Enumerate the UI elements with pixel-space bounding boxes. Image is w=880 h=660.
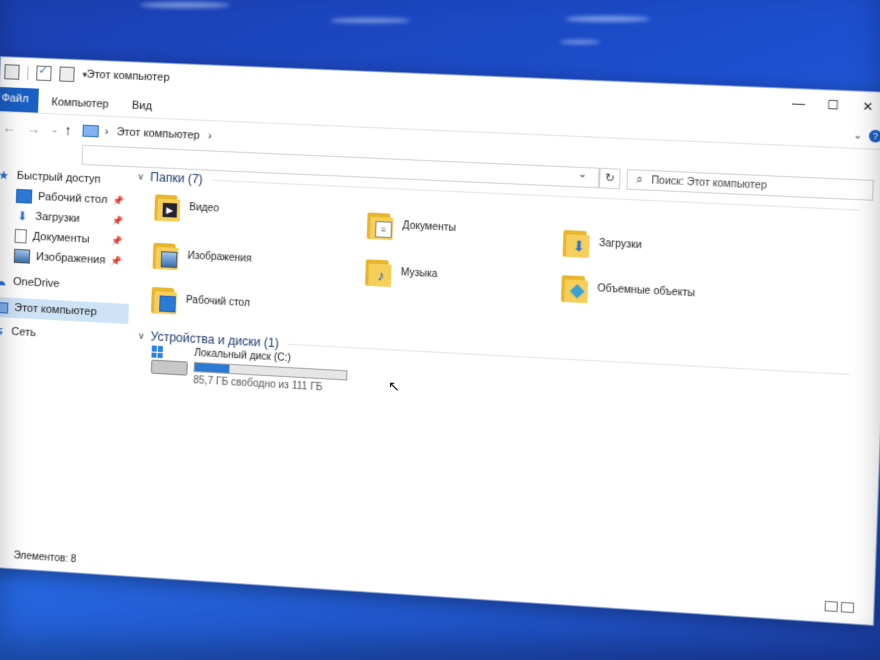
- image-icon: [14, 249, 30, 264]
- address-dropdown-icon[interactable]: ⌄: [578, 169, 587, 181]
- cloud-icon: ☁: [0, 275, 7, 288]
- sidebar-item-label: Загрузки: [35, 211, 80, 225]
- sidebar-item-label: Документы: [32, 231, 89, 246]
- folder-label: Музыка: [401, 267, 438, 280]
- expand-ribbon-icon[interactable]: ⌄: [853, 129, 863, 141]
- sidebar-item-label: Изображения: [36, 251, 106, 267]
- document-icon: [14, 229, 26, 244]
- mouse-cursor-icon: ↖: [388, 378, 400, 395]
- pc-small-icon[interactable]: [4, 64, 19, 80]
- breadcrumb-separator: ›: [105, 126, 109, 138]
- file-explorer-window: ▾ Этот компьютер — ☐ ✕ Файл Компьютер Ви…: [0, 56, 880, 626]
- breadcrumb-separator[interactable]: ›: [208, 130, 212, 142]
- content-pane: ∨ Папки (7) ▶ Видео ≡ Документы ⬇ Загруз…: [124, 167, 871, 596]
- sidebar-item-label: Сеть: [11, 326, 36, 339]
- star-icon: ★: [0, 169, 11, 182]
- new-folder-icon[interactable]: [59, 66, 75, 82]
- desktop-glow-1: [140, 2, 230, 8]
- folders-group-title: Папки (7): [150, 170, 203, 187]
- sidebar-item-label: Этот компьютер: [14, 302, 97, 318]
- collapse-icon[interactable]: ∨: [137, 171, 144, 182]
- navigation-pane: ★ Быстрый доступ Рабочий стол 📌 ⬇ Загруз…: [0, 161, 134, 549]
- window-controls: — ☐ ✕: [781, 91, 880, 120]
- up-button[interactable]: ↑: [64, 122, 72, 138]
- folder-label: Объемные объекты: [597, 283, 695, 299]
- search-icon: ⌕: [636, 173, 643, 187]
- folder-label: Видео: [189, 202, 219, 215]
- ribbon-right-controls: ⌄ ?: [853, 129, 880, 143]
- desktop-glow-3: [565, 16, 650, 22]
- sidebar-item-label: OneDrive: [13, 276, 60, 290]
- tab-file[interactable]: Файл: [0, 87, 39, 113]
- help-icon[interactable]: ?: [869, 130, 880, 143]
- music-folder-icon: ♪: [365, 255, 391, 287]
- video-folder-icon: ▶: [154, 190, 179, 221]
- folder-tile-desktop[interactable]: Рабочий стол: [151, 283, 250, 318]
- back-button[interactable]: ←: [2, 119, 17, 136]
- folder-tile-music[interactable]: ♪ Музыка: [365, 255, 438, 289]
- drive-tile-c[interactable]: Локальный диск (C:) 85,7 ГБ свободно из …: [150, 345, 348, 394]
- status-item-count: Элементов: 8: [13, 550, 76, 565]
- folder-tile-pictures[interactable]: Изображения: [153, 239, 253, 274]
- windows-logo-icon: [151, 345, 164, 358]
- desktop-glow-2: [330, 18, 410, 23]
- minimize-button[interactable]: —: [781, 91, 816, 117]
- folder-tile-documents[interactable]: ≡ Документы: [367, 208, 457, 243]
- view-switcher: [825, 601, 855, 613]
- details-view-icon[interactable]: [825, 601, 838, 612]
- folder-label: Изображения: [187, 250, 251, 264]
- collapse-icon[interactable]: ∨: [138, 330, 145, 341]
- group-divider: [289, 343, 849, 374]
- pin-icon[interactable]: 📌: [112, 235, 124, 247]
- pin-icon[interactable]: 📌: [111, 255, 123, 267]
- recent-locations-button[interactable]: ⌄: [50, 124, 59, 135]
- sidebar-item-this-pc[interactable]: Этот компьютер: [0, 297, 129, 324]
- folder-label: Загрузки: [599, 237, 642, 250]
- desktop-folder-icon: [151, 283, 176, 314]
- qat-divider: [27, 66, 28, 80]
- folder-tile-video[interactable]: ▶ Видео: [154, 190, 219, 223]
- pin-icon[interactable]: 📌: [112, 215, 124, 227]
- tab-view[interactable]: Вид: [124, 96, 161, 116]
- close-button[interactable]: ✕: [850, 93, 880, 119]
- tab-computer[interactable]: Компьютер: [43, 93, 117, 114]
- refresh-button[interactable]: ↻: [599, 168, 621, 190]
- forward-button[interactable]: →: [26, 120, 41, 137]
- large-icons-view-icon[interactable]: [841, 602, 854, 613]
- hard-drive-icon: [151, 345, 187, 377]
- breadcrumb-this-pc[interactable]: Этот компьютер: [116, 126, 200, 142]
- folder-tile-3d-objects[interactable]: Объемные объекты: [561, 271, 696, 309]
- desktop-glow-4: [560, 40, 600, 44]
- drive-info: Локальный диск (C:) 85,7 ГБ свободно из …: [193, 348, 348, 395]
- desktop-icon: [16, 189, 32, 204]
- folder-label: Рабочий стол: [186, 294, 250, 308]
- documents-folder-icon: ≡: [367, 208, 393, 240]
- sidebar-item-network[interactable]: ⇆ Сеть: [0, 321, 128, 348]
- sidebar-item-label: Рабочий стол: [38, 191, 108, 206]
- network-icon: ⇆: [0, 325, 6, 338]
- folder-label: Документы: [402, 220, 456, 234]
- quick-access-toolbar: ▾: [4, 64, 87, 82]
- 3d-objects-folder-icon: [561, 271, 587, 303]
- sidebar-item-label: Быстрый доступ: [17, 170, 101, 186]
- folder-tile-downloads[interactable]: ⬇ Загрузки: [563, 226, 643, 261]
- downloads-folder-icon: ⬇: [563, 226, 589, 258]
- pin-icon[interactable]: 📌: [113, 195, 125, 207]
- search-placeholder: Поиск: Этот компьютер: [651, 175, 767, 192]
- sidebar-item-onedrive[interactable]: ☁ OneDrive: [0, 271, 130, 298]
- window-title: Этот компьютер: [86, 69, 169, 84]
- pc-icon: [82, 125, 99, 138]
- maximize-button[interactable]: ☐: [815, 92, 851, 118]
- properties-icon[interactable]: [36, 65, 52, 81]
- download-icon: ⬇: [15, 210, 29, 223]
- pc-icon: [0, 301, 8, 313]
- drive-usage-fill: [195, 363, 230, 373]
- pictures-folder-icon: [153, 239, 178, 270]
